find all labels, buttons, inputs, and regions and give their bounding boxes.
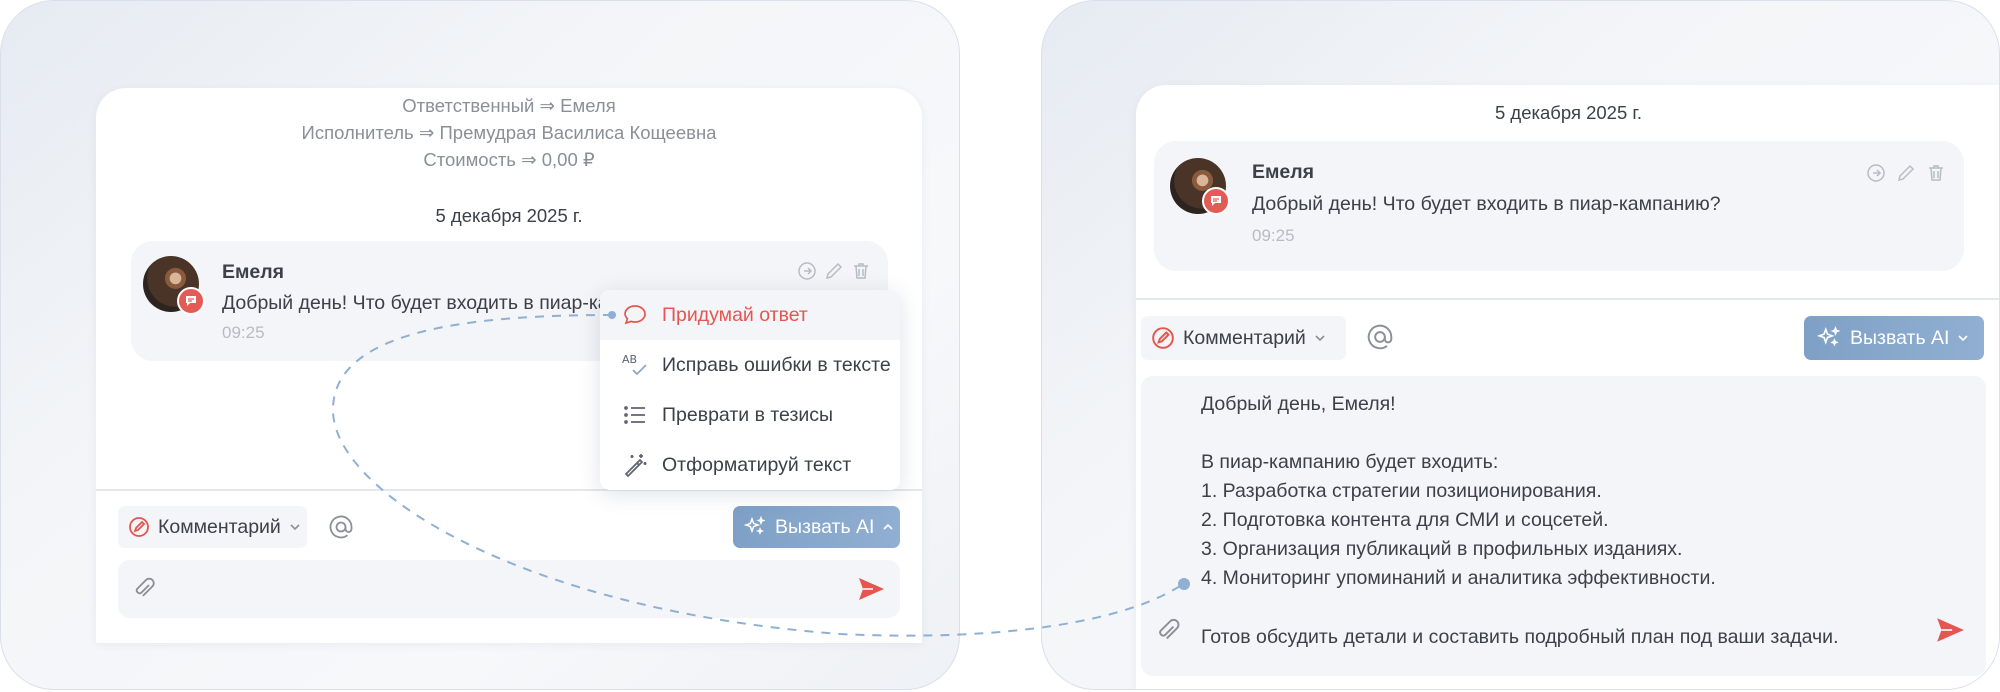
sparkles-icon bbox=[743, 515, 767, 539]
menu-item-label: Придумай ответ bbox=[662, 303, 808, 326]
call-ai-button[interactable]: Вызвать AI bbox=[1804, 316, 1984, 360]
comment-type-label: Комментарий bbox=[158, 515, 281, 538]
message-bubble: Емеля Добрый день! Что будет входить в п… bbox=[1154, 141, 1964, 271]
reply-text-line: 3. Организация публикаций в профильных и… bbox=[1201, 538, 1683, 560]
forward-icon[interactable] bbox=[1866, 163, 1886, 183]
message-time: 09:25 bbox=[1252, 226, 1295, 245]
reply-text-line: 2. Подготовка контента для СМИ и соцсете… bbox=[1201, 509, 1609, 531]
call-ai-label: Вызвать AI bbox=[1850, 326, 1950, 349]
comment-type-label: Комментарий bbox=[1183, 326, 1306, 349]
reply-text-line: Добрый день, Емеля! bbox=[1201, 393, 1396, 415]
system-line-executor: Исполнитель ⇒ Премудрая Василиса Кощеевн… bbox=[301, 122, 717, 143]
call-ai-label: Вызвать AI bbox=[775, 515, 875, 538]
menu-item-suggest-reply[interactable]: Придумай ответ bbox=[600, 290, 900, 340]
menu-item-label: Исправь ошибки в тексте bbox=[662, 353, 891, 376]
menu-item-label: Отформатируй текст bbox=[662, 453, 852, 476]
message-text: Добрый день! Что будет входить в пиар-ка… bbox=[222, 292, 623, 314]
menu-item-label: Преврати в тезисы bbox=[662, 403, 834, 426]
chevron-down-icon bbox=[289, 521, 301, 533]
sparkles-icon bbox=[1816, 325, 1842, 351]
message-author: Емеля bbox=[1252, 161, 1315, 183]
reply-text-line: 1. Разработка стратегии позиционирования… bbox=[1201, 480, 1602, 502]
delete-icon[interactable] bbox=[1926, 163, 1946, 183]
menu-item-format[interactable]: Отформатируй текст bbox=[600, 440, 900, 490]
menu-item-bullets[interactable]: Преврати в тезисы bbox=[600, 390, 900, 440]
send-icon[interactable] bbox=[1931, 611, 1969, 649]
comment-icon bbox=[128, 516, 150, 538]
spellcheck-icon: AB bbox=[620, 350, 650, 380]
chat-card: 5 декабря 2025 г. Емеля Добрый день! Что… bbox=[1136, 85, 1999, 689]
mention-icon[interactable] bbox=[1366, 323, 1394, 351]
message-time: 09:25 bbox=[222, 323, 265, 342]
forward-icon[interactable] bbox=[797, 261, 817, 281]
message-author: Емеля bbox=[222, 261, 285, 283]
paperclip-icon[interactable] bbox=[1151, 614, 1185, 648]
comment-icon bbox=[1151, 326, 1175, 350]
chevron-up-icon bbox=[882, 521, 894, 533]
menu-item-fix-errors[interactable]: AB Исправь ошибки в тексте bbox=[600, 340, 900, 390]
svg-text:AB: AB bbox=[622, 353, 637, 366]
paperclip-icon[interactable] bbox=[128, 573, 160, 605]
system-line-clipped bbox=[96, 70, 922, 84]
date-separator: 5 декабря 2025 г. bbox=[1494, 102, 1643, 123]
delete-icon[interactable] bbox=[851, 261, 871, 281]
message-composer[interactable] bbox=[118, 560, 900, 618]
comment-badge-icon bbox=[1202, 187, 1230, 215]
list-icon bbox=[620, 400, 650, 430]
comment-type-dropdown[interactable]: Комментарий bbox=[118, 506, 307, 548]
date-separator: 5 декабря 2025 г. bbox=[435, 205, 583, 226]
send-icon[interactable] bbox=[854, 572, 888, 606]
system-line-responsible: Ответственный ⇒ Емеля bbox=[402, 95, 616, 116]
magic-wand-icon bbox=[620, 450, 650, 480]
reply-text-line: В пиар-кампанию будет входить: bbox=[1201, 451, 1499, 473]
speech-bubble-icon bbox=[620, 300, 650, 330]
comment-type-dropdown[interactable]: Комментарий bbox=[1141, 316, 1346, 360]
reply-text-line: 4. Мониторинг упоминаний и аналитика эфф… bbox=[1201, 567, 1716, 589]
edit-icon[interactable] bbox=[824, 261, 844, 281]
ai-actions-menu: Придумай ответ AB Исправь ошибки в текст… bbox=[600, 290, 900, 490]
system-line-cost: Стоимость ⇒ 0,00 ₽ bbox=[423, 149, 595, 170]
mention-icon[interactable] bbox=[327, 513, 355, 541]
call-ai-button[interactable]: Вызвать AI bbox=[733, 506, 900, 548]
edit-icon[interactable] bbox=[1896, 163, 1916, 183]
comment-badge-icon bbox=[177, 287, 205, 315]
composer-divider bbox=[1136, 298, 1999, 300]
chevron-down-icon bbox=[1314, 332, 1326, 344]
chevron-down-icon bbox=[1957, 332, 1969, 344]
message-text: Добрый день! Что будет входить в пиар-ка… bbox=[1252, 193, 1721, 215]
reply-text-line: Готов обсудить детали и составить подроб… bbox=[1201, 626, 1839, 648]
